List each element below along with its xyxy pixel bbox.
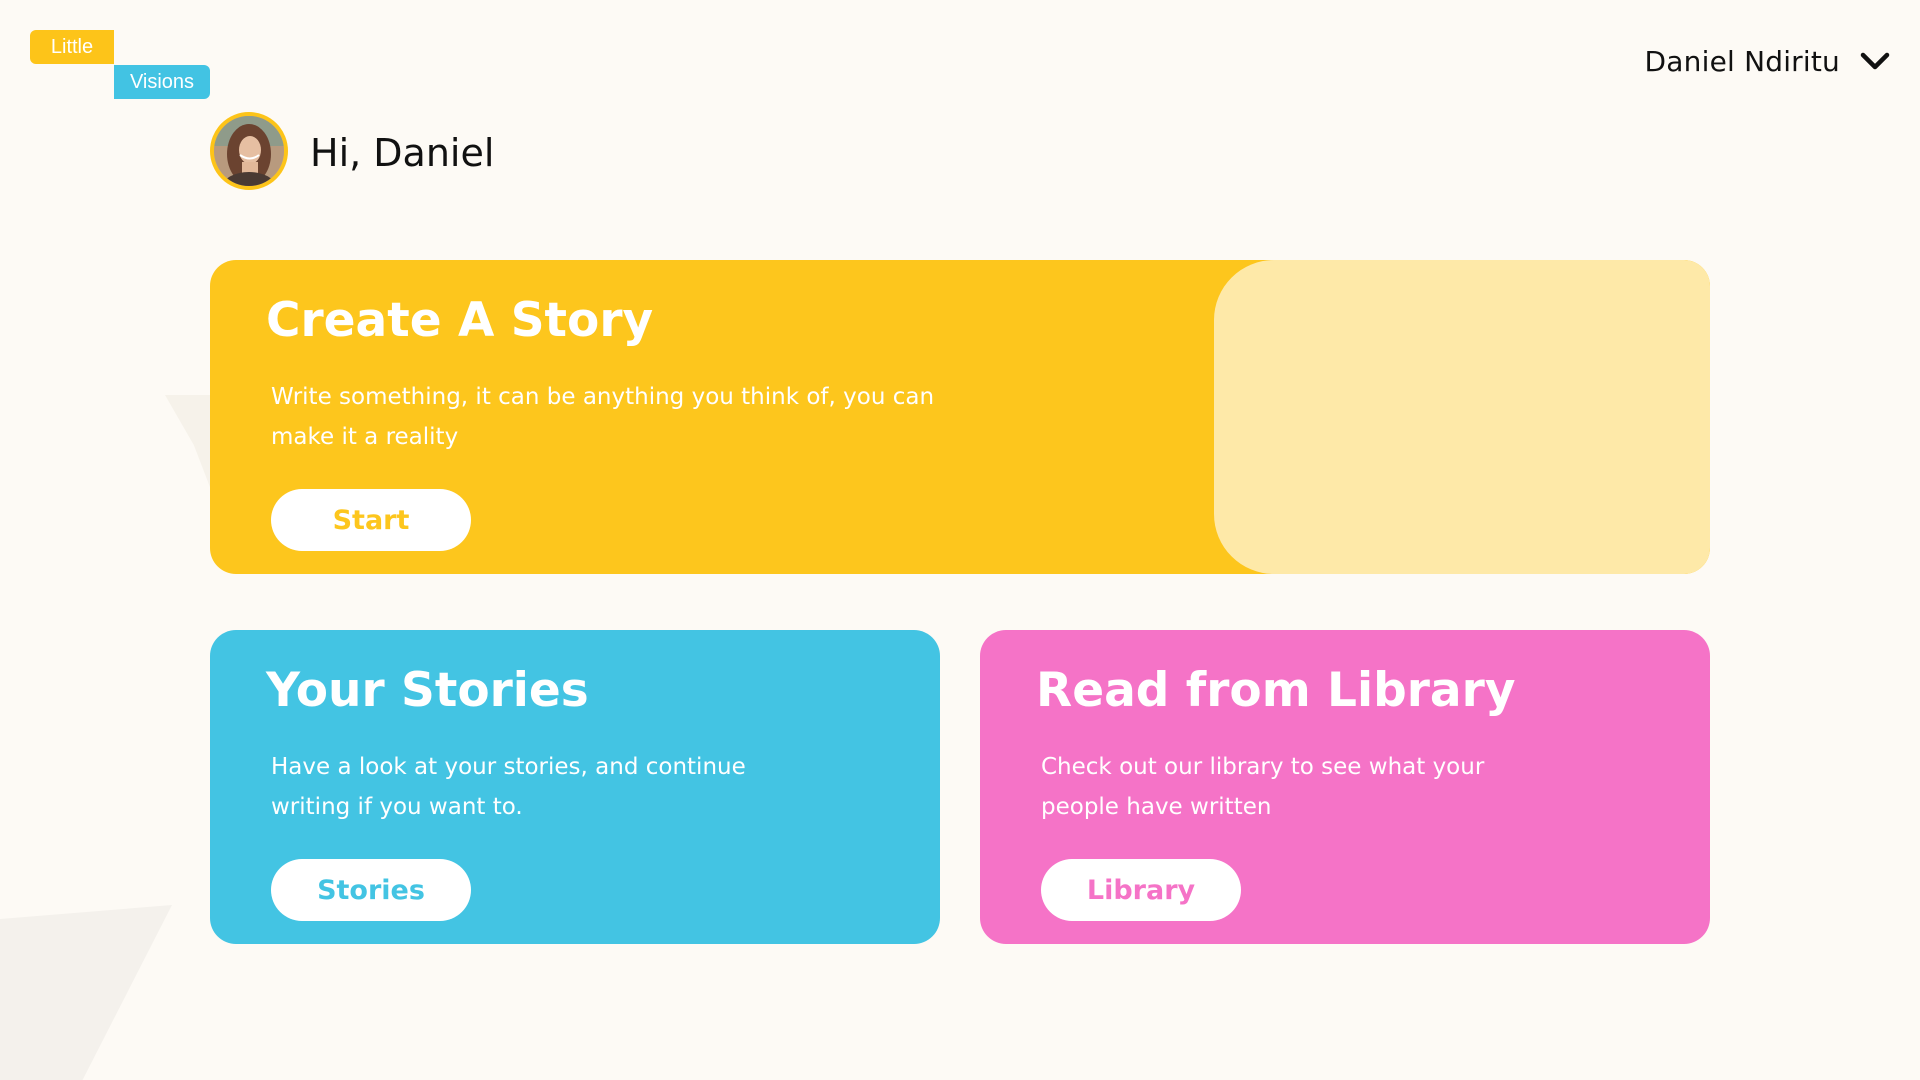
start-button[interactable]: Start bbox=[271, 489, 471, 551]
chevron-down-icon[interactable] bbox=[1858, 44, 1892, 78]
logo-little[interactable]: Little bbox=[30, 30, 114, 64]
library-card: Read from Library Check out our library … bbox=[980, 630, 1710, 944]
your-stories-card: Your Stories Have a look at your stories… bbox=[210, 630, 940, 944]
create-story-description: Write something, it can be anything you … bbox=[271, 384, 935, 450]
user-menu[interactable]: Daniel Ndiritu bbox=[1645, 44, 1892, 78]
user-name: Daniel Ndiritu bbox=[1644, 44, 1840, 78]
create-story-card: Create A Story Write something, it can b… bbox=[210, 260, 1710, 574]
background-decoration bbox=[0, 905, 172, 1080]
create-story-illustration-panel bbox=[1214, 260, 1710, 574]
your-stories-description: Have a look at your stories, and continu… bbox=[271, 754, 746, 820]
avatar-photo bbox=[214, 116, 284, 186]
dashboard-page: Little Visions Daniel Ndiritu Hi, Daniel… bbox=[0, 0, 1920, 1080]
library-button[interactable]: Library bbox=[1041, 859, 1241, 921]
library-description: Check out our library to see what your p… bbox=[1041, 754, 1485, 820]
logo-visions[interactable]: Visions bbox=[114, 65, 210, 99]
greeting-heading: Hi, Daniel bbox=[310, 131, 495, 175]
create-story-title: Create A Story bbox=[266, 293, 654, 348]
your-stories-title: Your Stories bbox=[266, 663, 589, 718]
background-decoration-small bbox=[165, 395, 213, 495]
library-title: Read from Library bbox=[1036, 663, 1516, 718]
stories-button[interactable]: Stories bbox=[271, 859, 471, 921]
avatar[interactable] bbox=[210, 112, 288, 190]
